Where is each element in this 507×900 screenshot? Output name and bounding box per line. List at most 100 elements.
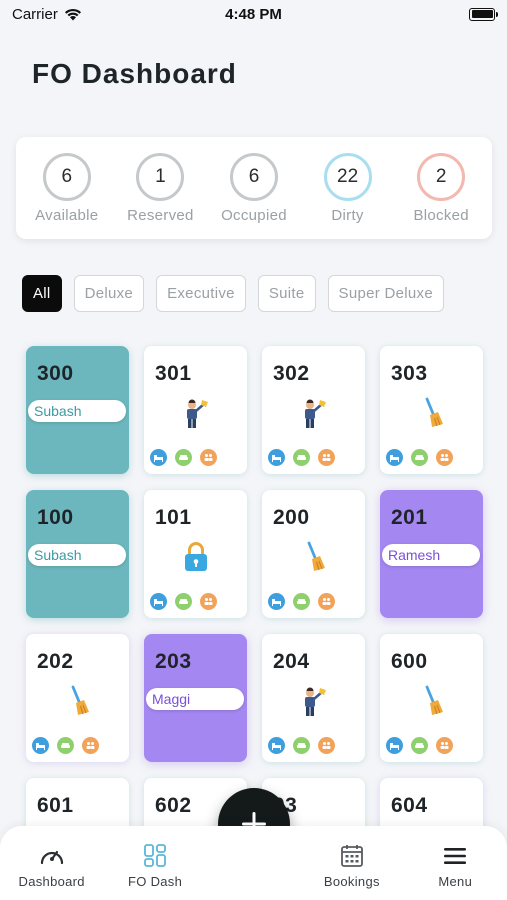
- calendar-icon: [340, 844, 363, 867]
- filter-chip-deluxe[interactable]: Deluxe: [73, 275, 145, 312]
- stat-blocked[interactable]: 2 Blocked: [394, 152, 488, 224]
- bed-icon: [386, 449, 403, 466]
- room-amenity-icons: [150, 449, 217, 466]
- padlock-icon: [185, 542, 207, 571]
- room-number: 100: [37, 506, 74, 529]
- housekeeper-icon: [187, 399, 208, 428]
- room-card[interactable]: 201 Ramesh: [380, 490, 483, 618]
- room-amenity-icons: [386, 737, 453, 754]
- bed-icon: [386, 737, 403, 754]
- sofa-icon: [293, 737, 310, 754]
- nav-label: Bookings: [323, 873, 380, 889]
- room-amenity-icons: [268, 593, 335, 610]
- stat-occupied[interactable]: 6 Occupied: [207, 152, 301, 224]
- sofa-icon: [293, 449, 310, 466]
- room-number: 302: [273, 362, 310, 385]
- stat-label: Reserved: [127, 206, 194, 224]
- status-bar: Carrier 4:48 PM: [0, 0, 507, 28]
- broom-icon: [71, 685, 89, 715]
- stat-label: Occupied: [221, 206, 287, 224]
- stat-count: 1: [136, 152, 185, 201]
- room-number: 203: [155, 650, 192, 673]
- filter-chip-suite[interactable]: Suite: [257, 275, 316, 312]
- room-number: 201: [391, 506, 428, 529]
- room-card[interactable]: 301: [144, 346, 247, 474]
- filter-chip-executive[interactable]: Executive: [156, 275, 246, 312]
- bed-icon: [268, 593, 285, 610]
- guests-icon: [200, 593, 217, 610]
- bed-icon: [32, 737, 49, 754]
- clock: 4:48 PM: [225, 5, 282, 23]
- room-card[interactable]: 202: [26, 634, 129, 762]
- nav-label: Dashboard: [18, 873, 85, 889]
- filter-chip-super-deluxe[interactable]: Super Deluxe: [327, 275, 445, 312]
- stat-count: 2: [417, 152, 466, 201]
- room-card[interactable]: 203 Maggi: [144, 634, 247, 762]
- room-number: 301: [155, 362, 192, 385]
- bed-icon: [268, 737, 285, 754]
- sofa-icon: [411, 449, 428, 466]
- guests-icon: [436, 737, 453, 754]
- stat-count: 6: [42, 152, 91, 201]
- status-left: Carrier: [12, 6, 82, 23]
- stat-reserved[interactable]: 1 Reserved: [114, 152, 208, 224]
- room-card[interactable]: 200: [262, 490, 365, 618]
- room-amenity-icons: [268, 737, 335, 754]
- grid-layout-icon: [144, 843, 166, 867]
- nav-label: FO Dash: [128, 873, 183, 889]
- housekeeper-icon: [305, 687, 326, 716]
- bottom-nav: Dashboard FO Dash Bookings Menu: [0, 826, 507, 900]
- housekeeper-icon: [305, 399, 326, 428]
- room-card[interactable]: 600: [380, 634, 483, 762]
- page-title: FO Dashboard: [32, 58, 237, 89]
- broom-icon: [307, 541, 325, 571]
- battery-icon: [469, 7, 498, 21]
- room-amenity-icons: [32, 737, 99, 754]
- guest-name-pill: Ramesh: [382, 544, 480, 566]
- room-number: 600: [391, 650, 428, 673]
- room-number: 204: [273, 650, 310, 673]
- guests-icon: [318, 449, 335, 466]
- room-card[interactable]: 101: [144, 490, 247, 618]
- sofa-icon: [411, 737, 428, 754]
- bed-icon: [150, 593, 167, 610]
- nav-menu[interactable]: Menu: [410, 844, 500, 889]
- stat-available[interactable]: 6 Available: [20, 152, 114, 224]
- guest-name-pill: Subash: [28, 400, 126, 422]
- nav-bookings[interactable]: Bookings: [307, 844, 397, 889]
- stat-label: Dirty: [331, 206, 364, 224]
- guests-icon: [82, 737, 99, 754]
- room-type-filters: All Deluxe Executive Suite Super Deluxe: [22, 275, 445, 312]
- guests-icon: [200, 449, 217, 466]
- room-amenity-icons: [150, 593, 217, 610]
- stat-dirty[interactable]: 22 Dirty: [301, 152, 395, 224]
- guests-icon: [318, 737, 335, 754]
- nav-fo-dash[interactable]: FO Dash: [110, 843, 200, 889]
- room-card[interactable]: 302: [262, 346, 365, 474]
- speedometer-icon: [40, 850, 63, 864]
- room-summary-card: 6 Available 1 Reserved 6 Occupied 22 Dir…: [16, 137, 492, 239]
- room-number: 303: [391, 362, 428, 385]
- broom-icon: [425, 685, 443, 715]
- sofa-icon: [293, 593, 310, 610]
- room-number: 101: [155, 506, 192, 529]
- room-card[interactable]: 204: [262, 634, 365, 762]
- guests-icon: [318, 593, 335, 610]
- room-card[interactable]: 303: [380, 346, 483, 474]
- nav-dashboard[interactable]: Dashboard: [7, 844, 97, 889]
- sofa-icon: [175, 449, 192, 466]
- broom-icon: [425, 397, 443, 427]
- guest-name-pill: Subash: [28, 544, 126, 566]
- room-number: 202: [37, 650, 74, 673]
- stat-label: Available: [35, 206, 99, 224]
- room-number: 604: [391, 794, 428, 817]
- filter-chip-all[interactable]: All: [22, 275, 62, 312]
- room-card[interactable]: 100 Subash: [26, 490, 129, 618]
- bed-icon: [150, 449, 167, 466]
- room-card[interactable]: 300 Subash: [26, 346, 129, 474]
- hamburger-menu-icon: [444, 847, 467, 864]
- wifi-icon: [64, 8, 81, 20]
- room-number: 200: [273, 506, 310, 529]
- stat-label: Blocked: [413, 206, 469, 224]
- room-number: 602: [155, 794, 192, 817]
